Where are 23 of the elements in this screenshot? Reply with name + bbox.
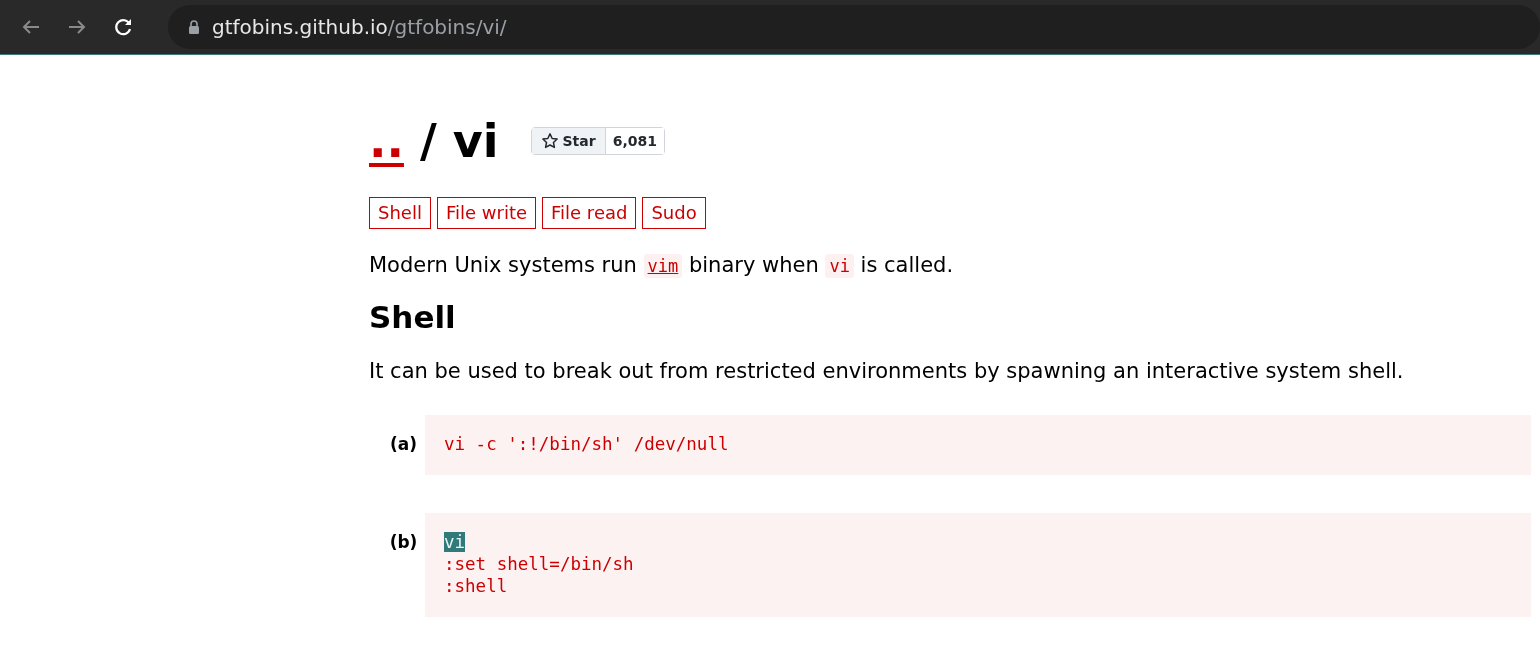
star-button[interactable]: Star (531, 128, 606, 154)
page-title: vi (452, 114, 499, 168)
star-icon (540, 132, 559, 150)
example-label: (a) (389, 434, 418, 454)
code-line: :set shell=/bin/sh (444, 554, 634, 574)
code-line: :shell (444, 576, 508, 596)
section-description: It can be used to break out from restricted environments by spawning an interactive system shell. (369, 359, 1405, 383)
function-tag[interactable]: Shell (369, 197, 431, 229)
url-path: /gtfobins/vi/ (387, 15, 507, 39)
function-tag[interactable]: File write (436, 197, 537, 229)
reload-icon[interactable] (112, 16, 134, 38)
title-separator: / (419, 114, 437, 168)
code-line: vi -c ':!/bin/sh' /dev/null (444, 434, 729, 454)
function-tag[interactable]: File read (542, 197, 637, 229)
url-host: gtfobins.github.io (212, 15, 388, 39)
address-bar[interactable]: gtfobins.github.io/gtfobins/vi/ (168, 5, 1540, 49)
example-label: (b) (388, 532, 419, 552)
parent-link[interactable]: .. (369, 114, 404, 168)
lock-icon (188, 20, 200, 34)
intro-text: Modern Unix systems run vim binary when vi is called. (369, 253, 955, 277)
section-heading: Shell (369, 299, 457, 335)
function-tag[interactable]: Sudo (642, 197, 706, 229)
vim-link[interactable]: vim (643, 254, 683, 278)
